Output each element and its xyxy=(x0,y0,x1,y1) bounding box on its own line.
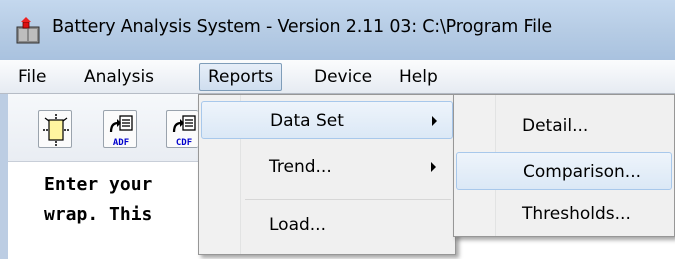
menu-help[interactable]: Help xyxy=(391,63,446,91)
submenu-item-comparison[interactable]: Comparison... xyxy=(456,152,672,190)
title-bar[interactable]: Battery Analysis System - Version 2.11 0… xyxy=(0,0,675,60)
menu-item-label: Detail... xyxy=(522,116,589,136)
app-icon xyxy=(16,17,40,44)
reports-menu: Data Set Trend... Load... xyxy=(198,94,456,255)
window-title: Battery Analysis System - Version 2.11 0… xyxy=(52,17,552,37)
menu-analysis[interactable]: Analysis xyxy=(76,63,162,91)
menu-file[interactable]: File xyxy=(10,63,54,91)
new-document-icon xyxy=(43,114,69,146)
menu-item-label: Trend... xyxy=(269,157,332,177)
editor-line-2: wrap. This xyxy=(44,204,153,225)
reports-menu-item-load[interactable]: Load... xyxy=(201,206,453,244)
editor-line-1: Enter your xyxy=(44,174,153,195)
cdf-export-icon: CDF xyxy=(172,115,196,148)
menu-item-label: Comparison... xyxy=(523,162,641,182)
menu-item-label: Thresholds... xyxy=(522,204,631,224)
menu-item-label: Load... xyxy=(269,215,326,235)
adf-export-icon: ADF xyxy=(109,115,133,148)
new-document-button[interactable] xyxy=(38,110,72,148)
submenu-item-detail[interactable]: Detail... xyxy=(456,107,672,145)
submenu-arrow-icon xyxy=(432,116,437,126)
adf-caption: ADF xyxy=(113,138,129,148)
cdf-caption: CDF xyxy=(176,138,192,148)
menu-device[interactable]: Device xyxy=(306,63,380,91)
submenu-arrow-icon xyxy=(431,162,436,172)
menu-separator xyxy=(245,199,451,200)
menu-reports[interactable]: Reports xyxy=(199,63,283,91)
reports-menu-item-trend[interactable]: Trend... xyxy=(201,148,453,186)
window-frame-left xyxy=(0,94,8,259)
menu-item-label: Data Set xyxy=(270,111,344,131)
reports-menu-item-data-set[interactable]: Data Set xyxy=(201,101,453,139)
adf-export-button[interactable]: ADF xyxy=(103,110,137,148)
submenu-item-thresholds[interactable]: Thresholds... xyxy=(456,195,672,233)
menu-bar: File Analysis Reports Device Help xyxy=(0,60,675,94)
data-set-submenu: Detail... Comparison... Thresholds... xyxy=(453,94,675,237)
cdf-export-button[interactable]: CDF xyxy=(166,110,198,148)
